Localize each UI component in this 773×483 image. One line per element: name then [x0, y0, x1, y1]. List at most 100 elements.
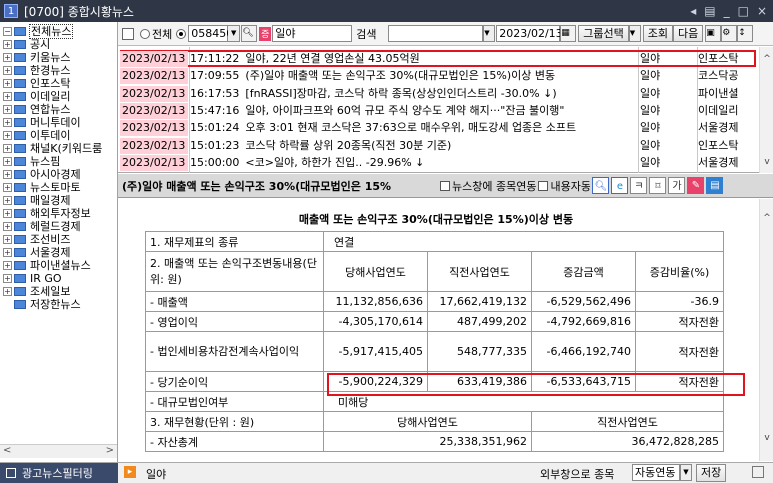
minimize-icon[interactable]: _ [724, 4, 730, 18]
news-row[interactable]: 2023/02/13 15:01:24 오후 3:01 현재 코스닥은 37:63으… [118, 120, 758, 137]
expand-node-icon[interactable]: + [3, 287, 12, 296]
radio-stock[interactable] [176, 25, 188, 42]
expand-node-icon[interactable]: + [3, 66, 12, 75]
tree-item[interactable]: + 머니투데이 [0, 116, 117, 129]
group-dropdown-icon[interactable]: ▼ [628, 25, 641, 42]
tree-item[interactable]: + 조세일보 [0, 285, 117, 298]
tree-item[interactable]: + 한경뉴스 [0, 64, 117, 77]
tree-item[interactable]: + 키움뉴스 [0, 51, 117, 64]
news-row[interactable]: 2023/02/13 16:17:53 [fnRASSI]장마감, 코스닥 하락 종… [118, 85, 758, 102]
news-row[interactable]: 2023/02/13 17:09:55 (주)일야 매출액 또는 손익구조 30%(… [118, 68, 758, 85]
expand-node-icon[interactable]: + [3, 40, 12, 49]
expand-node-icon[interactable]: + [3, 118, 12, 127]
lookup-button[interactable]: 조회 [642, 25, 673, 42]
keyword-input[interactable] [388, 25, 484, 42]
font-increase-icon[interactable]: ㅋ [630, 177, 648, 194]
news-row[interactable]: 2023/02/13 17:11:22 일야, 22년 연결 영업손실 43.05억… [118, 51, 758, 67]
edit-icon[interactable]: ✎ [687, 177, 705, 194]
tree-item[interactable]: + 헤럴드경제 [0, 220, 117, 233]
tree-item[interactable]: + IR GO [0, 272, 117, 285]
expand-node-icon[interactable]: + [3, 235, 12, 244]
link-mode-dropdown-icon[interactable]: ▼ [680, 464, 692, 481]
scroll-right-icon[interactable]: > [106, 445, 114, 456]
close-icon[interactable]: × [757, 4, 767, 18]
tree-item[interactable]: + 채널K(키워드룸 [0, 142, 117, 155]
zoom-icon[interactable]: 🔍︎ [592, 177, 610, 194]
content-auto-checkbox[interactable] [538, 180, 549, 191]
expand-node-icon[interactable]: + [3, 170, 12, 179]
tree-item[interactable]: + 공시 [0, 38, 117, 51]
tree-item[interactable]: + 뉴스토마토 [0, 181, 117, 194]
radio-all[interactable]: 전체 [140, 25, 172, 42]
stock-code-input[interactable]: 058450 [188, 25, 233, 42]
scroll-down-icon[interactable]: v [760, 431, 773, 445]
expand-node-icon[interactable]: + [3, 131, 12, 140]
chevron-down-icon[interactable]: ▼ [228, 25, 241, 42]
copy-icon[interactable]: ⌑ [649, 177, 667, 194]
panel-toggle-icon[interactable] [122, 27, 134, 40]
tree-item[interactable]: + 해외투자정보 [0, 207, 117, 220]
browser-icon[interactable]: e [611, 177, 629, 194]
filter-settings-icon[interactable] [752, 466, 764, 478]
next-button[interactable]: 다음 [672, 25, 704, 42]
scroll-up-icon[interactable]: ^ [760, 211, 773, 225]
keyword-dropdown-icon[interactable]: ▼ [483, 25, 496, 42]
expand-node-icon[interactable]: + [3, 196, 12, 205]
expand-node-icon[interactable]: + [3, 92, 12, 101]
news-row[interactable]: 2023/02/13 15:00:00 <코>일야, 하한가 진입.. -29.96… [118, 154, 758, 171]
scroll-up-icon[interactable]: ^ [760, 52, 773, 66]
expand-node-icon[interactable]: + [3, 183, 12, 192]
expand-arrow-icon[interactable]: ▸ [124, 466, 136, 478]
scroll-left-icon[interactable]: < [3, 445, 11, 456]
date-input[interactable]: 2023/02/13 [496, 25, 563, 42]
font-size-icon[interactable]: 가 [668, 177, 686, 194]
tree-item[interactable]: + 이투데이 [0, 129, 117, 142]
collapse-icon[interactable]: ◂ [690, 4, 696, 18]
print-article-icon[interactable]: ▤ [706, 177, 724, 194]
print-icon[interactable]: ▣ [705, 25, 722, 42]
tree-item[interactable]: + 파이낸셜뉴스 [0, 259, 117, 272]
layout-icon[interactable]: ▤ [704, 4, 715, 18]
expand-node-icon[interactable]: + [3, 261, 12, 270]
tree-item[interactable]: − 전체뉴스 [0, 24, 117, 39]
tree-item[interactable]: + 조선비즈 [0, 233, 117, 246]
stock-name-field[interactable]: 일야 [272, 25, 353, 42]
magnifier-icon[interactable]: 🔍︎ [241, 25, 258, 42]
tree-item[interactable]: + 연합뉴스 [0, 103, 117, 116]
news-row[interactable]: 2023/02/13 15:01:23 코스닥 하락률 상위 20종목(직전 30분… [118, 137, 758, 154]
expand-node-icon[interactable]: + [3, 209, 12, 218]
save-button[interactable]: 저장 [696, 464, 727, 482]
news-row[interactable]: 2023/02/13 15:47:16 일야, 아이파크프와 60억 규모 주식 양… [118, 102, 758, 119]
tree-item[interactable]: + 인포스탁 [0, 77, 117, 90]
tree-item[interactable]: + 아시아경제 [0, 168, 117, 181]
calendar-icon[interactable]: ▦ [560, 25, 577, 42]
scroll-down-icon[interactable]: v [760, 155, 773, 169]
expand-node-icon[interactable]: + [3, 144, 12, 153]
article-vertical-scrollbar[interactable]: ^ v [759, 199, 773, 461]
expand-node-icon[interactable]: + [3, 248, 12, 257]
tree-item[interactable]: + 뉴스핌 [0, 155, 117, 168]
tree-item[interactable]: 저장한뉴스 [0, 298, 117, 311]
radio-stock-icon[interactable] [176, 28, 187, 39]
expand-node-icon[interactable]: + [3, 274, 12, 283]
expand-node-icon[interactable]: + [3, 53, 12, 62]
tree-item[interactable]: + 서울경제 [0, 246, 117, 259]
sort-icon[interactable]: ↕ [737, 25, 754, 42]
expand-node-icon[interactable]: + [3, 79, 12, 88]
expand-node-icon[interactable]: + [3, 157, 12, 166]
news-vertical-scrollbar[interactable]: ^ v [759, 47, 773, 173]
settings-icon[interactable]: ⚙ [721, 25, 738, 42]
news-window-link-checkbox[interactable] [440, 180, 450, 191]
ad-filter-button[interactable]: 광고뉴스필터링 [0, 463, 118, 483]
tree-item[interactable]: + 매일경제 [0, 194, 117, 207]
expand-node-icon[interactable]: + [3, 105, 12, 114]
tree-item[interactable]: + 이데일리 [0, 90, 117, 103]
group-select-button[interactable]: 그룹선택 [578, 25, 629, 42]
tree-horizontal-scrollbar[interactable]: < > [0, 444, 117, 458]
radio-all-icon[interactable] [140, 28, 150, 39]
link-mode-select[interactable]: 자동연동 [632, 464, 680, 481]
expand-node-icon[interactable]: + [3, 222, 12, 231]
maximize-icon[interactable]: □ [738, 4, 749, 18]
collapse-node-icon[interactable]: − [3, 27, 12, 36]
stock-code-combo[interactable]: 058450 ▼ [188, 25, 241, 42]
